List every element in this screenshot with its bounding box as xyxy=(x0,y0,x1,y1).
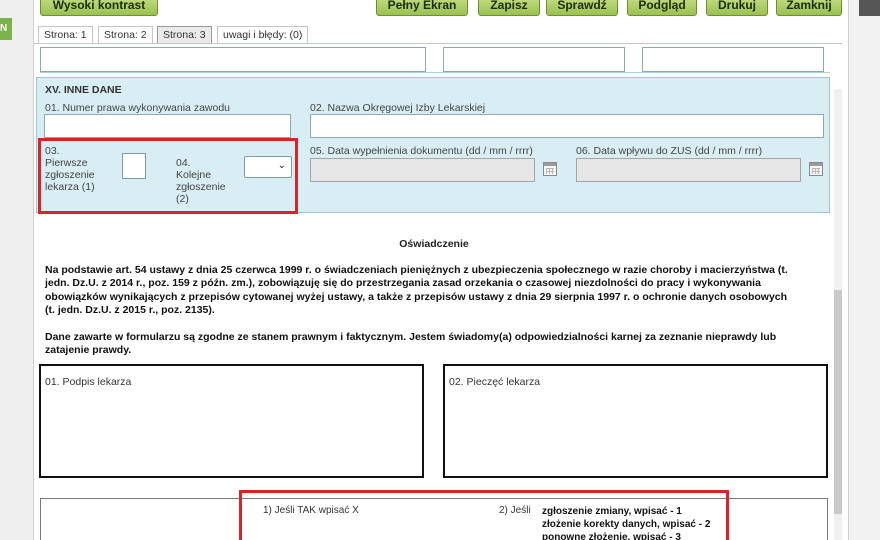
declaration-line: (t. jedn. Dz.U. z 2015 r., poz. 2135). xyxy=(45,304,215,317)
declaration-paragraph-2: Dane zawarte w formularzu są zgodne ze s… xyxy=(45,331,815,358)
signature-box[interactable]: 01. Podpis lekarza xyxy=(39,364,424,478)
signature-label: 01. Podpis lekarza xyxy=(45,376,132,388)
next-registration-label-2: zgłoszenie xyxy=(176,181,226,193)
first-registration-label-1: Pierwsze xyxy=(45,157,88,169)
toolbar: Wysoki kontrast Pełny Ekran Zapisz Spraw… xyxy=(34,0,848,18)
tab-page-2[interactable]: Strona: 2 xyxy=(98,26,153,43)
first-registration-label-3: lekarza (1) xyxy=(45,181,95,193)
form-content: XV. INNE DANE 01. Numer prawa wykonywani… xyxy=(34,43,842,540)
background-page-right xyxy=(848,0,880,540)
footnote-2-line: ponowne złożenie, wpisać - 3 xyxy=(542,532,681,540)
first-registration-number: 03. xyxy=(45,145,60,157)
tab-page-3[interactable]: Strona: 3 xyxy=(157,26,212,43)
previous-field-2[interactable] xyxy=(443,47,625,72)
calendar-icon[interactable] xyxy=(543,162,557,176)
declaration-paragraph-1: Na podstawie art. 54 ustawy z dnia 25 cz… xyxy=(45,264,815,318)
form-dialog: Wysoki kontrast Pełny Ekran Zapisz Spraw… xyxy=(34,0,848,540)
next-registration-select[interactable]: ⌄ xyxy=(244,156,292,178)
section-title: XV. INNE DANE xyxy=(45,84,122,96)
declaration-line: Na podstawie art. 54 ustawy z dnia 25 cz… xyxy=(45,264,788,276)
footnote-2-line: złożenie korekty danych, wpisać - 2 xyxy=(542,519,711,530)
tab-page-1[interactable]: Strona: 1 xyxy=(38,26,93,43)
zus-date-input[interactable] xyxy=(576,158,801,182)
chevron-down-icon: ⌄ xyxy=(277,160,286,171)
footnotes-box: 1) Jeśli TAK wpisać X 2) Jeśli zgłoszeni… xyxy=(40,498,828,540)
tab-notes-errors[interactable]: uwagi i błędy: (0) xyxy=(217,26,309,43)
calendar-icon[interactable] xyxy=(809,162,823,176)
declaration-line: jedn. Dz.U. z 2014 r., poz. 159 z późn. … xyxy=(45,277,761,290)
declaration-line: Dane zawarte w formularzu są zgodne ze s… xyxy=(45,331,777,343)
next-registration-label-3: (2) xyxy=(176,193,189,205)
preview-button[interactable]: Podgląd xyxy=(627,0,697,16)
high-contrast-button[interactable]: Wysoki kontrast xyxy=(40,0,158,16)
declaration-line: zatajenie prawdy. xyxy=(45,344,132,357)
declaration-title: Oświadczenie xyxy=(399,238,469,250)
previous-field-3[interactable] xyxy=(642,47,824,72)
section-other-data: XV. INNE DANE 01. Numer prawa wykonywani… xyxy=(36,77,830,213)
stamp-box[interactable]: 02. Pieczęć lekarza xyxy=(443,364,828,478)
print-button[interactable]: Drukuj xyxy=(706,0,768,16)
license-number-label: 01. Numer prawa wykonywania zawodu xyxy=(45,102,231,114)
footnote-1: 1) Jeśli TAK wpisać X xyxy=(263,505,359,516)
license-number-input[interactable] xyxy=(44,114,291,138)
zus-date-label: 06. Data wpływu do ZUS (dd / mm / rrrr) xyxy=(576,145,763,157)
fullscreen-button[interactable]: Pełny Ekran xyxy=(376,0,468,16)
chamber-name-input[interactable] xyxy=(310,114,824,138)
check-button[interactable]: Sprawdź xyxy=(546,0,618,16)
close-button[interactable]: Zamknij xyxy=(776,0,842,16)
background-header xyxy=(859,0,880,16)
first-registration-input[interactable] xyxy=(122,153,146,179)
previous-section-fields xyxy=(40,47,830,73)
next-registration-number: 04. xyxy=(176,157,191,169)
scrollbar-thumb[interactable] xyxy=(834,290,842,514)
fill-date-label: 05. Data wypełnienia dokumentu (dd / mm … xyxy=(310,145,533,157)
first-registration-label-2: zgłoszenie xyxy=(45,169,95,181)
background-page-label: N xyxy=(0,18,12,40)
stamp-label: 02. Pieczęć lekarza xyxy=(449,376,541,388)
footnote-2-line: zgłoszenie zmiany, wpisać - 1 xyxy=(542,506,682,517)
footnote-2: 2) Jeśli xyxy=(499,505,531,516)
save-button[interactable]: Zapisz xyxy=(478,0,540,16)
chamber-name-label: 02. Nazwa Okręgowej Izby Lekarskiej xyxy=(310,102,486,114)
vertical-scrollbar[interactable] xyxy=(834,89,842,540)
background-page: N xyxy=(0,0,34,540)
next-registration-label-1: Kolejne xyxy=(176,169,212,181)
previous-field-1[interactable] xyxy=(40,47,426,72)
fill-date-input[interactable] xyxy=(310,158,535,182)
declaration-line: obowiązków wynikających z przepisów cyto… xyxy=(45,290,788,303)
